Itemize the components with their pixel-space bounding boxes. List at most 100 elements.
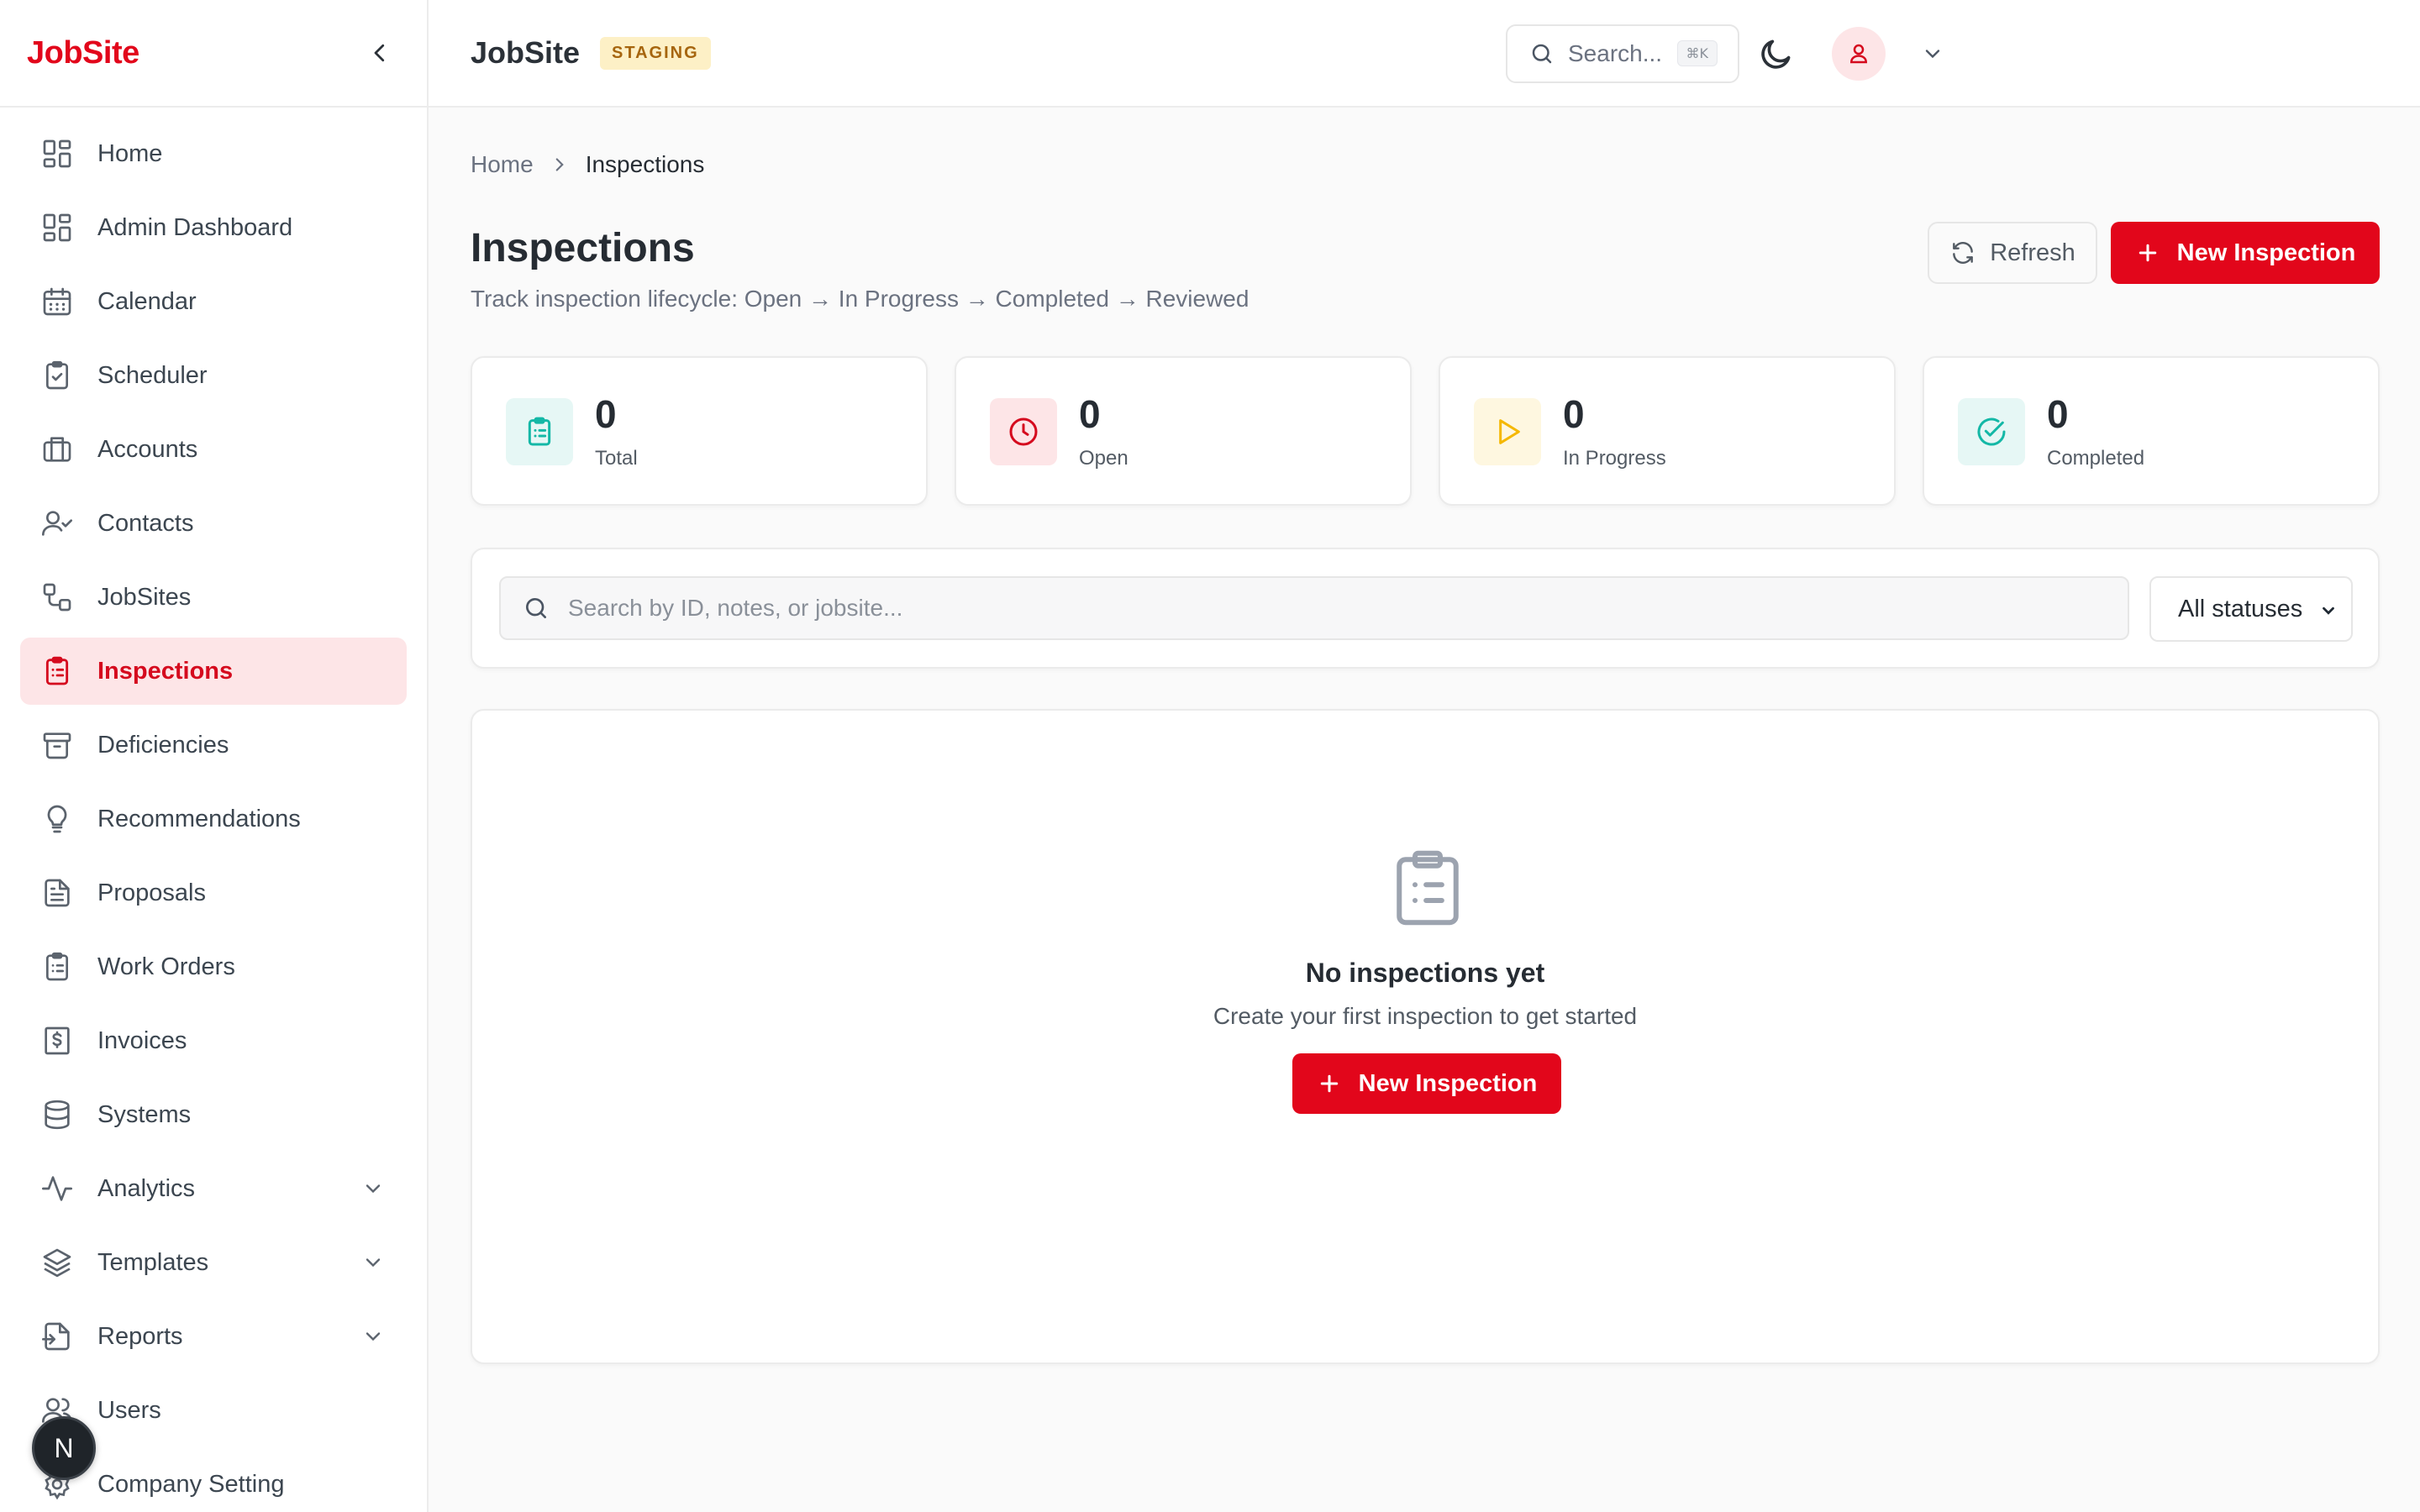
clipboard-check-icon	[40, 359, 74, 392]
refresh-button[interactable]: Refresh	[1928, 222, 2097, 284]
sidebar-item-label: Admin Dashboard	[97, 213, 293, 241]
inspection-search[interactable]	[499, 576, 2129, 640]
clipboard-list-icon	[40, 950, 74, 984]
sidebar-item-deficiencies[interactable]: Deficiencies	[20, 711, 407, 779]
chevron-down-icon[interactable]	[361, 1251, 385, 1274]
stat-icon-wrap	[1474, 398, 1541, 465]
stat-label: Completed	[2047, 447, 2145, 470]
page-title: Inspections	[471, 226, 695, 270]
sidebar-item-analytics[interactable]: Analytics	[20, 1155, 407, 1222]
clipboard-list-icon	[1397, 850, 1459, 926]
empty-new-inspection-label: New Inspection	[1358, 1069, 1538, 1097]
sidebar-item-label: Company Setting	[97, 1470, 285, 1498]
sidebar-item-work-orders[interactable]: Work Orders	[20, 933, 407, 1000]
chevron-left-icon	[374, 44, 385, 62]
plus-icon	[1320, 1074, 1338, 1093]
sidebar-item-jobsites[interactable]: JobSites	[20, 564, 407, 631]
sidebar-item-calendar[interactable]: Calendar	[20, 268, 407, 335]
stat-card-completed: 0 Completed	[1923, 356, 2380, 506]
sidebar-item-reports[interactable]: Reports	[20, 1303, 407, 1370]
grid-icon	[40, 211, 74, 244]
global-search[interactable]: Search... ⌘K	[1506, 24, 1739, 83]
calendar-icon	[40, 285, 74, 318]
sidebar-item-label: Home	[97, 139, 163, 167]
layers-icon	[40, 1246, 74, 1279]
sidebar-item-label: Contacts	[97, 509, 194, 537]
sidebar-header: JobSite	[0, 0, 427, 108]
stat-label: Open	[1079, 447, 1128, 470]
sidebar-item-admin-dashboard[interactable]: Admin Dashboard	[20, 194, 407, 261]
sidebar-item-systems[interactable]: Systems	[20, 1081, 407, 1148]
sidebar-item-label: Accounts	[97, 435, 198, 463]
new-inspection-label: New Inspection	[2176, 239, 2356, 266]
sidebar-item-accounts[interactable]: Accounts	[20, 416, 407, 483]
user-check-icon	[40, 507, 74, 540]
breadcrumb-current: Inspections	[585, 151, 705, 177]
grid-icon	[40, 137, 74, 171]
sidebar-item-proposals[interactable]: Proposals	[20, 859, 407, 927]
sidebar-item-label: Analytics	[97, 1174, 196, 1202]
sidebar-item-label: Templates	[97, 1248, 209, 1276]
breadcrumb-home[interactable]: Home	[471, 151, 534, 178]
archive-icon	[40, 728, 74, 762]
sidebar-item-contacts[interactable]: Contacts	[20, 490, 407, 557]
lightbulb-icon	[40, 802, 74, 836]
sidebar-item-label: Deficiencies	[97, 731, 229, 759]
moon-icon[interactable]	[1758, 35, 1795, 72]
sidebar-item-label: Work Orders	[97, 953, 235, 980]
status-filter-select[interactable]: All statuses	[2149, 576, 2353, 642]
stat-card-open: 0 Open	[955, 356, 1412, 506]
user-icon	[1849, 44, 1868, 64]
stat-label: In Progress	[1563, 447, 1666, 470]
activity-icon	[40, 1172, 74, 1205]
search-shortcut: ⌘K	[1676, 40, 1718, 66]
chevron-down-icon[interactable]	[1921, 42, 1944, 66]
refresh-label: Refresh	[1990, 239, 2075, 266]
topbar: JobSite STAGING	[429, 0, 2420, 108]
sidebar-item-recommendations[interactable]: Recommendations	[20, 785, 407, 853]
dev-tools-badge[interactable]: N	[32, 1416, 96, 1480]
new-inspection-button[interactable]: New Inspection	[2111, 222, 2380, 284]
chevron-down-icon[interactable]	[361, 1177, 385, 1200]
sidebar-nav: Home Admin Dashboard Calendar Scheduler …	[0, 108, 427, 1512]
stat-value: 0	[2047, 392, 2069, 436]
stat-icon-wrap	[506, 398, 573, 465]
chevron-down-icon[interactable]	[361, 1325, 385, 1348]
search-icon	[1532, 44, 1552, 64]
sidebar-item-label: Scheduler	[97, 361, 208, 389]
empty-state-subtitle: Create your first inspection to get star…	[1213, 1003, 1638, 1029]
empty-new-inspection-button[interactable]: New Inspection	[1292, 1053, 1561, 1114]
receipt-dollar-icon	[40, 1024, 74, 1058]
chevron-down-icon	[2323, 606, 2334, 615]
sidebar: JobSite Home Admin Dashboard Calendar Sc…	[0, 0, 429, 1512]
sidebar-item-inspections[interactable]: Inspections	[20, 638, 407, 705]
refresh-icon	[1953, 242, 1974, 264]
brand-logo[interactable]: JobSite	[27, 35, 139, 71]
stat-value: 0	[595, 392, 617, 436]
inspection-search-input[interactable]	[568, 595, 2081, 622]
collapse-sidebar-button[interactable]	[361, 34, 398, 71]
sidebar-item-label: JobSites	[97, 583, 192, 611]
sidebar-item-label: Recommendations	[97, 805, 301, 832]
stat-card-in-progress: 0 In Progress	[1439, 356, 1896, 506]
sidebar-item-invoices[interactable]: Invoices	[20, 1007, 407, 1074]
status-filter-value: All statuses	[2178, 595, 2303, 622]
global-search-placeholder: Search...	[1568, 40, 1663, 66]
stat-value: 0	[1079, 392, 1101, 436]
check-circle-icon	[1977, 417, 2006, 446]
sidebar-item-templates[interactable]: Templates	[20, 1229, 407, 1296]
sidebar-item-scheduler[interactable]: Scheduler	[20, 342, 407, 409]
page-subtitle: Track inspection lifecycle: Open → In Pr…	[471, 286, 1249, 312]
stat-icon-wrap	[990, 398, 1057, 465]
sidebar-item-label: Calendar	[97, 287, 197, 315]
search-icon	[526, 598, 546, 618]
stat-label: Total	[595, 447, 638, 470]
sidebar-item-label: Reports	[97, 1322, 183, 1350]
filter-card: All statuses	[471, 548, 2380, 669]
empty-state-card: No inspections yet Create your first ins…	[471, 709, 2380, 1364]
stat-icon-wrap	[1958, 398, 2025, 465]
database-icon	[40, 1098, 74, 1131]
stat-value: 0	[1563, 392, 1585, 436]
sidebar-item-home[interactable]: Home	[20, 120, 407, 187]
avatar[interactable]	[1832, 27, 1886, 81]
